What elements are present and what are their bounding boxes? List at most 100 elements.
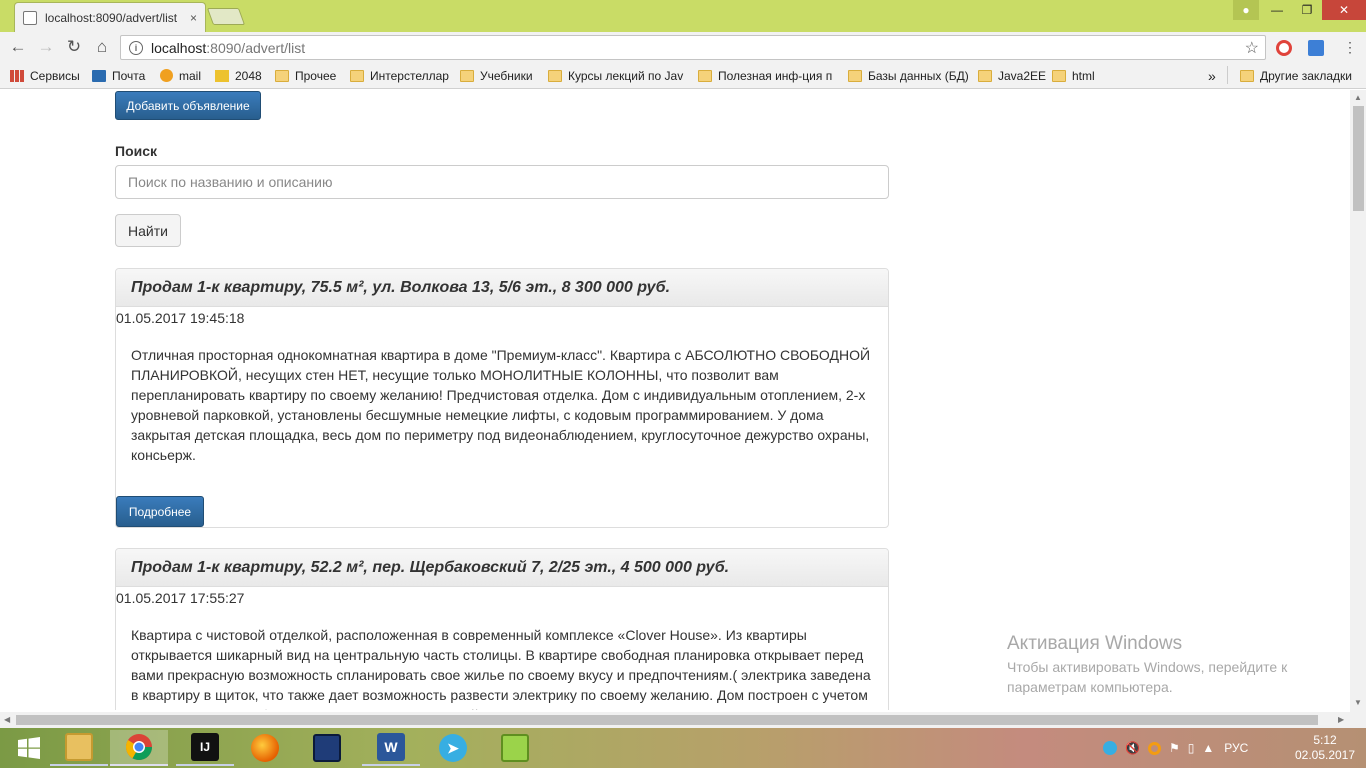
scroll-up-arrow-icon[interactable]: ▲ (1354, 93, 1362, 102)
url-host: localhost (151, 39, 207, 56)
system-tray: 🔇 ⚑ ▯ ▲ РУС (1103, 728, 1248, 768)
intellij-idea-icon[interactable]: IJ (176, 730, 234, 766)
mail-icon (92, 69, 106, 82)
bookmark-folder-textbooks[interactable]: Учебники (460, 67, 533, 84)
bookmark-mail-ru[interactable]: Почта (92, 67, 145, 84)
bookmark-2048[interactable]: 2048 (215, 67, 262, 84)
extension-target-icon[interactable] (1276, 40, 1292, 56)
folder-icon (460, 69, 474, 82)
folder-icon (275, 69, 289, 82)
clock-date: 02.05.2017 (1294, 748, 1356, 762)
details-button[interactable]: Подробнее (116, 496, 204, 527)
bookmark-label: Базы данных (БД) (868, 68, 969, 83)
notepad-plus-plus-icon[interactable] (486, 730, 544, 766)
advert-header: Продам 1-к квартиру, 75.5 м², ул. Волков… (116, 269, 888, 307)
vertical-scrollbar[interactable]: ▲ ▼ (1350, 90, 1366, 712)
bookmark-label: Полезная инф-ция п (718, 68, 832, 83)
advert-date: 01.05.2017 19:45:18 (116, 310, 245, 326)
save-disk-app-icon[interactable] (298, 730, 356, 766)
chrome-menu-icon[interactable]: ⋮ (1338, 36, 1362, 58)
bookmark-mail[interactable]: mail (160, 67, 201, 84)
search-label: Поиск (115, 143, 158, 159)
extension-box-icon[interactable] (1308, 40, 1324, 56)
back-arrow-icon[interactable]: ← (6, 36, 30, 58)
windows-activation-watermark: Активация Windows Чтобы активировать Win… (1007, 633, 1287, 697)
file-explorer-icon[interactable] (50, 730, 108, 766)
mail-at-icon (160, 69, 173, 82)
bookmark-services[interactable]: Сервисы (10, 67, 80, 84)
search-input[interactable] (115, 165, 889, 199)
bookmark-label: Прочее (295, 68, 337, 83)
new-tab-button[interactable] (206, 8, 246, 25)
bookmark-star-icon[interactable]: ☆ (1245, 38, 1259, 58)
avast-tray-icon[interactable] (1147, 741, 1161, 755)
scroll-right-arrow-icon[interactable]: ▶ (1338, 715, 1344, 724)
language-indicator[interactable]: РУС (1224, 741, 1248, 755)
wifi-icon[interactable]: ▲ (1202, 741, 1214, 755)
chrome-taskbar-icon[interactable] (110, 730, 168, 766)
word-icon[interactable]: W (362, 730, 420, 766)
tab-title: localhost:8090/advert/list (45, 10, 178, 25)
folder-icon (848, 69, 862, 82)
minimize-window-icon[interactable]: — (1262, 0, 1292, 20)
scroll-down-arrow-icon[interactable]: ▼ (1354, 698, 1362, 707)
bookmarks-separator (1227, 66, 1228, 84)
watermark-line: Чтобы активировать Windows, перейдите к (1007, 659, 1288, 675)
vertical-scroll-thumb[interactable] (1353, 106, 1364, 211)
advert-card: Продам 1-к квартиру, 52.2 м², пер. Щерба… (115, 548, 889, 710)
bookmark-folder-interstellar[interactable]: Интерстеллар (350, 67, 449, 84)
game-2048-icon (215, 69, 229, 82)
site-info-icon[interactable]: i (129, 40, 143, 55)
bookmark-folder-java2ee[interactable]: Java2EE (978, 67, 1046, 84)
horizontal-scrollbar[interactable]: ◀ ▶ (0, 712, 1350, 728)
bookmark-folder-html[interactable]: html (1052, 67, 1095, 84)
bookmark-label: Почта (112, 68, 146, 83)
bookmarks-bar: Сервисы Почта mail 2048 Прочее Интерстел… (0, 62, 1366, 89)
address-bar[interactable]: i localhost:8090/advert/list ☆ (120, 35, 1266, 60)
advert-title[interactable]: Продам 1-к квартиру, 52.2 м², пер. Щерба… (131, 559, 729, 577)
bookmark-folder-useful-info[interactable]: Полезная инф-ция п (698, 67, 832, 84)
telegram-icon[interactable]: ➤ (424, 730, 482, 766)
scroll-left-arrow-icon[interactable]: ◀ (4, 715, 10, 724)
muted-speaker-icon[interactable]: 🔇 (1125, 741, 1140, 755)
advert-date: 01.05.2017 17:55:27 (116, 590, 245, 606)
telegram-tray-icon[interactable] (1103, 741, 1117, 755)
bookmark-folder-databases[interactable]: Базы данных (БД) (848, 67, 969, 84)
other-bookmarks[interactable]: Другие закладки (1240, 67, 1352, 84)
firefox-icon[interactable] (236, 730, 294, 766)
folder-icon (978, 69, 992, 82)
tab-close-icon[interactable]: × (190, 11, 197, 25)
browser-toolbar: ← → ↻ ⌂ i localhost:8090/advert/list ☆ ⋮ (0, 32, 1366, 62)
url-path: :8090/advert/list (206, 39, 306, 56)
bookmark-folder-misc[interactable]: Прочее (275, 67, 336, 84)
bookmark-label: Интерстеллар (370, 68, 449, 83)
forward-arrow-icon[interactable]: → (34, 36, 58, 58)
restore-window-icon[interactable]: ❐ (1292, 0, 1322, 20)
browser-tab-active[interactable]: localhost:8090/advert/list × (14, 2, 206, 32)
bookmark-label: Другие закладки (1260, 68, 1352, 83)
reload-icon[interactable]: ↻ (62, 36, 86, 58)
bookmarks-overflow-button[interactable]: » (1208, 67, 1216, 84)
network-flag-icon[interactable]: ⚑ (1169, 741, 1180, 755)
taskbar-clock[interactable]: 5:12 02.05.2017 (1290, 733, 1360, 763)
folder-icon (1240, 69, 1254, 82)
folder-icon (698, 69, 712, 82)
bookmark-label: Сервисы (30, 68, 80, 83)
folder-icon (548, 69, 562, 82)
bookmark-folder-java-courses[interactable]: Курсы лекций по Jav (548, 67, 686, 84)
page-viewport: Добавить объявление Поиск Найти Продам 1… (0, 90, 1350, 710)
bookmark-label: Курсы лекций по Jav (568, 68, 684, 83)
find-button[interactable]: Найти (115, 214, 181, 247)
clock-time: 5:12 (1313, 733, 1337, 747)
battery-icon[interactable]: ▯ (1188, 741, 1195, 755)
bookmark-label: html (1072, 68, 1095, 83)
close-window-icon[interactable]: ✕ (1322, 0, 1366, 20)
scrollbar-corner (1350, 712, 1366, 728)
horizontal-scroll-thumb[interactable] (16, 715, 1318, 725)
apps-grid-icon (10, 69, 24, 82)
profile-user-icon[interactable]: ● (1233, 0, 1259, 20)
add-advert-button[interactable]: Добавить объявление (115, 91, 261, 120)
home-icon[interactable]: ⌂ (90, 36, 114, 58)
folder-icon (350, 69, 364, 82)
advert-title[interactable]: Продам 1-к квартиру, 75.5 м², ул. Волков… (131, 279, 670, 297)
